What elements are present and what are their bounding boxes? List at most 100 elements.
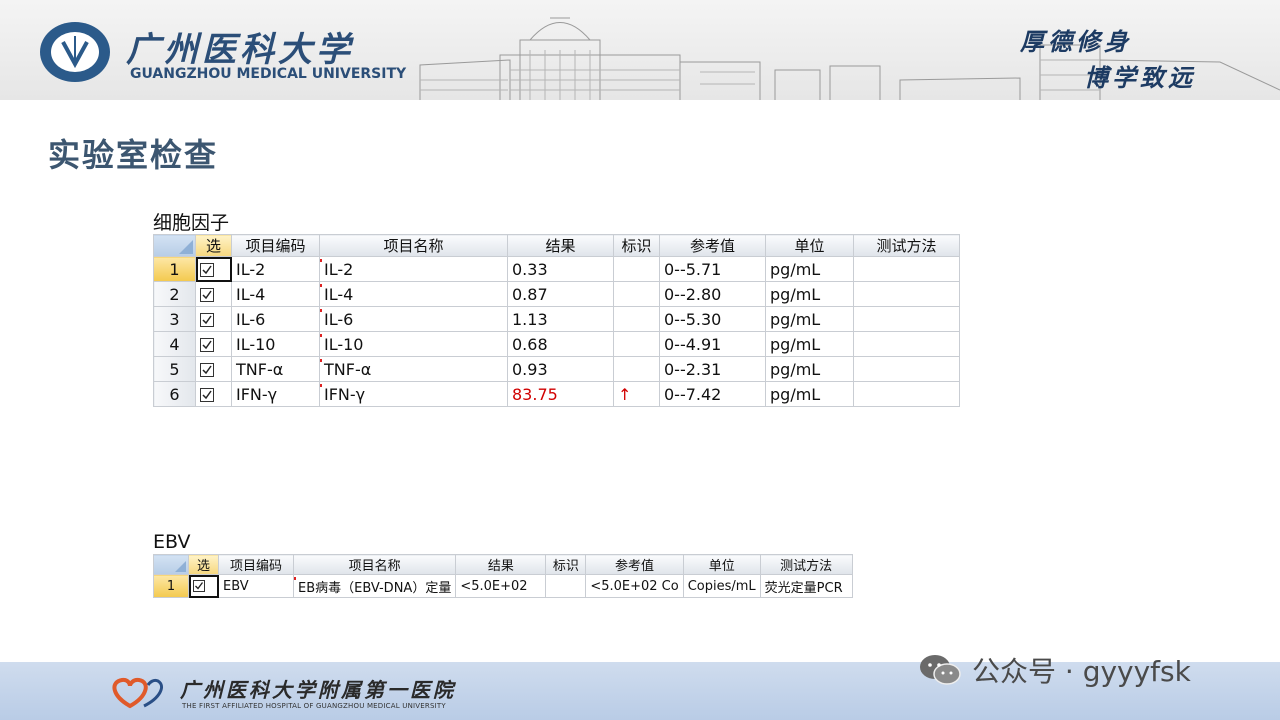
table-row[interactable]: 3 IL-6 IL-6 1.13 0--5.30 pg/mL (153, 306, 960, 332)
hospital-heart-logo (112, 677, 163, 709)
table-row[interactable]: 1 EBV EB病毒（EBV-DNA）定量 <5.0E+02 <5.0E+02 … (153, 574, 853, 598)
row-select-checkbox[interactable] (195, 356, 232, 382)
column-header-result[interactable]: 结果 (455, 554, 547, 575)
row-select-checkbox[interactable] (195, 381, 232, 407)
cell-flag[interactable] (545, 574, 587, 598)
cell-unit[interactable]: pg/mL (765, 306, 854, 332)
table-row[interactable]: 6 IFN-γ IFN-γ 83.75 ↑ 0--7.42 pg/mL (153, 381, 960, 407)
cell-code[interactable]: IL-6 (231, 306, 320, 332)
cell-name[interactable]: TNF-α (319, 356, 508, 382)
cell-code[interactable]: IL-4 (231, 281, 320, 307)
cell-code[interactable]: IFN-γ (231, 381, 320, 407)
column-header-reference[interactable]: 参考值 (659, 234, 766, 257)
select-all-corner[interactable] (153, 234, 196, 257)
cell-name[interactable]: IL-4 (319, 281, 508, 307)
cell-result[interactable]: 0.93 (507, 356, 614, 382)
table-row[interactable]: 5 TNF-α TNF-α 0.93 0--2.31 pg/mL (153, 356, 960, 382)
cytokine-results-grid: 选 项目编码 项目名称 结果 标识 参考值 单位 测试方法 1 IL-2 IL-… (153, 234, 960, 407)
cell-flag[interactable] (613, 281, 660, 307)
cell-code[interactable]: EBV (218, 574, 294, 598)
table-row[interactable]: 4 IL-10 IL-10 0.68 0--4.91 pg/mL (153, 331, 960, 357)
hospital-name-cn: 广州医科大学附属第一医院 (180, 678, 456, 702)
table-row[interactable]: 2 IL-4 IL-4 0.87 0--2.80 pg/mL (153, 281, 960, 307)
watermark-text: 公众号 · gyyyfsk (972, 655, 1191, 688)
cell-reference[interactable]: 0--2.31 (659, 356, 766, 382)
cell-unit[interactable]: pg/mL (765, 356, 854, 382)
cell-method[interactable] (853, 381, 960, 407)
row-select-checkbox[interactable] (195, 331, 232, 357)
cell-name[interactable]: EB病毒（EBV-DNA）定量 (292, 574, 457, 598)
row-select-checkbox[interactable] (195, 306, 232, 332)
up-arrow-flag-icon[interactable]: ↑ (613, 381, 660, 407)
cell-result[interactable]: 0.33 (507, 256, 614, 282)
checkbox-checked-icon (200, 288, 214, 302)
column-header-reference[interactable]: 参考值 (585, 554, 684, 575)
checkbox-checked-icon (193, 580, 205, 592)
cell-flag[interactable] (613, 256, 660, 282)
cell-method[interactable] (853, 281, 960, 307)
column-header-method[interactable]: 测试方法 (759, 554, 853, 575)
column-header-select[interactable]: 选 (195, 234, 232, 257)
row-number[interactable]: 4 (153, 331, 196, 357)
motto-line-1: 厚德修身 (1020, 27, 1132, 56)
cell-unit[interactable]: Copies/mL (682, 574, 761, 598)
cell-reference[interactable]: 0--2.80 (659, 281, 766, 307)
cell-name[interactable]: IFN-γ (319, 381, 508, 407)
cell-reference[interactable]: <5.0E+02 Co (585, 574, 684, 598)
cell-flag[interactable] (613, 331, 660, 357)
cell-code[interactable]: TNF-α (231, 356, 320, 382)
column-header-method[interactable]: 测试方法 (853, 234, 960, 257)
column-header-code[interactable]: 项目编码 (231, 234, 320, 257)
column-header-name[interactable]: 项目名称 (292, 554, 457, 575)
row-number[interactable]: 6 (153, 381, 196, 407)
cell-result[interactable]: 0.87 (507, 281, 614, 307)
cell-name[interactable]: IL-10 (319, 331, 508, 357)
table-row[interactable]: 1 IL-2 IL-2 0.33 0--5.71 pg/mL (153, 256, 960, 282)
cell-reference[interactable]: 0--7.42 (659, 381, 766, 407)
cell-method[interactable] (853, 331, 960, 357)
cell-name[interactable]: IL-2 (319, 256, 508, 282)
cell-name[interactable]: IL-6 (319, 306, 508, 332)
cell-result-abnormal[interactable]: 83.75 (507, 381, 614, 407)
cell-result[interactable]: 1.13 (507, 306, 614, 332)
university-seal-logo (40, 22, 110, 82)
row-number[interactable]: 1 (153, 256, 196, 282)
cell-method[interactable] (853, 306, 960, 332)
row-number[interactable]: 3 (153, 306, 196, 332)
row-number[interactable]: 5 (153, 356, 196, 382)
row-select-checkbox[interactable] (195, 256, 232, 282)
cell-reference[interactable]: 0--5.30 (659, 306, 766, 332)
checkbox-checked-icon (200, 263, 214, 277)
column-header-name[interactable]: 项目名称 (319, 234, 508, 257)
ebv-section-label: EBV (153, 531, 191, 553)
row-number[interactable]: 2 (153, 281, 196, 307)
cell-result[interactable]: 0.68 (507, 331, 614, 357)
row-select-checkbox[interactable] (188, 574, 219, 598)
column-header-flag[interactable]: 标识 (545, 554, 587, 575)
column-header-code[interactable]: 项目编码 (218, 554, 294, 575)
cell-method[interactable] (853, 356, 960, 382)
cell-method[interactable]: 荧光定量PCR (759, 574, 853, 598)
cell-method[interactable] (853, 256, 960, 282)
cell-unit[interactable]: pg/mL (765, 381, 854, 407)
column-header-unit[interactable]: 单位 (765, 234, 854, 257)
cell-unit[interactable]: pg/mL (765, 281, 854, 307)
cell-result[interactable]: <5.0E+02 (455, 574, 547, 598)
slide-title: 实验室检查 (48, 136, 219, 174)
cell-reference[interactable]: 0--5.71 (659, 256, 766, 282)
cell-unit[interactable]: pg/mL (765, 331, 854, 357)
cell-flag[interactable] (613, 356, 660, 382)
row-select-checkbox[interactable] (195, 281, 232, 307)
cell-unit[interactable]: pg/mL (765, 256, 854, 282)
column-header-unit[interactable]: 单位 (682, 554, 761, 575)
select-all-corner[interactable] (153, 554, 189, 575)
cell-reference[interactable]: 0--4.91 (659, 331, 766, 357)
grid-header-row: 选 项目编码 项目名称 结果 标识 参考值 单位 测试方法 (153, 234, 960, 257)
cell-code[interactable]: IL-2 (231, 256, 320, 282)
column-header-flag[interactable]: 标识 (613, 234, 660, 257)
row-number[interactable]: 1 (153, 574, 189, 598)
column-header-select[interactable]: 选 (188, 554, 219, 575)
cell-code[interactable]: IL-10 (231, 331, 320, 357)
cell-flag[interactable] (613, 306, 660, 332)
column-header-result[interactable]: 结果 (507, 234, 614, 257)
